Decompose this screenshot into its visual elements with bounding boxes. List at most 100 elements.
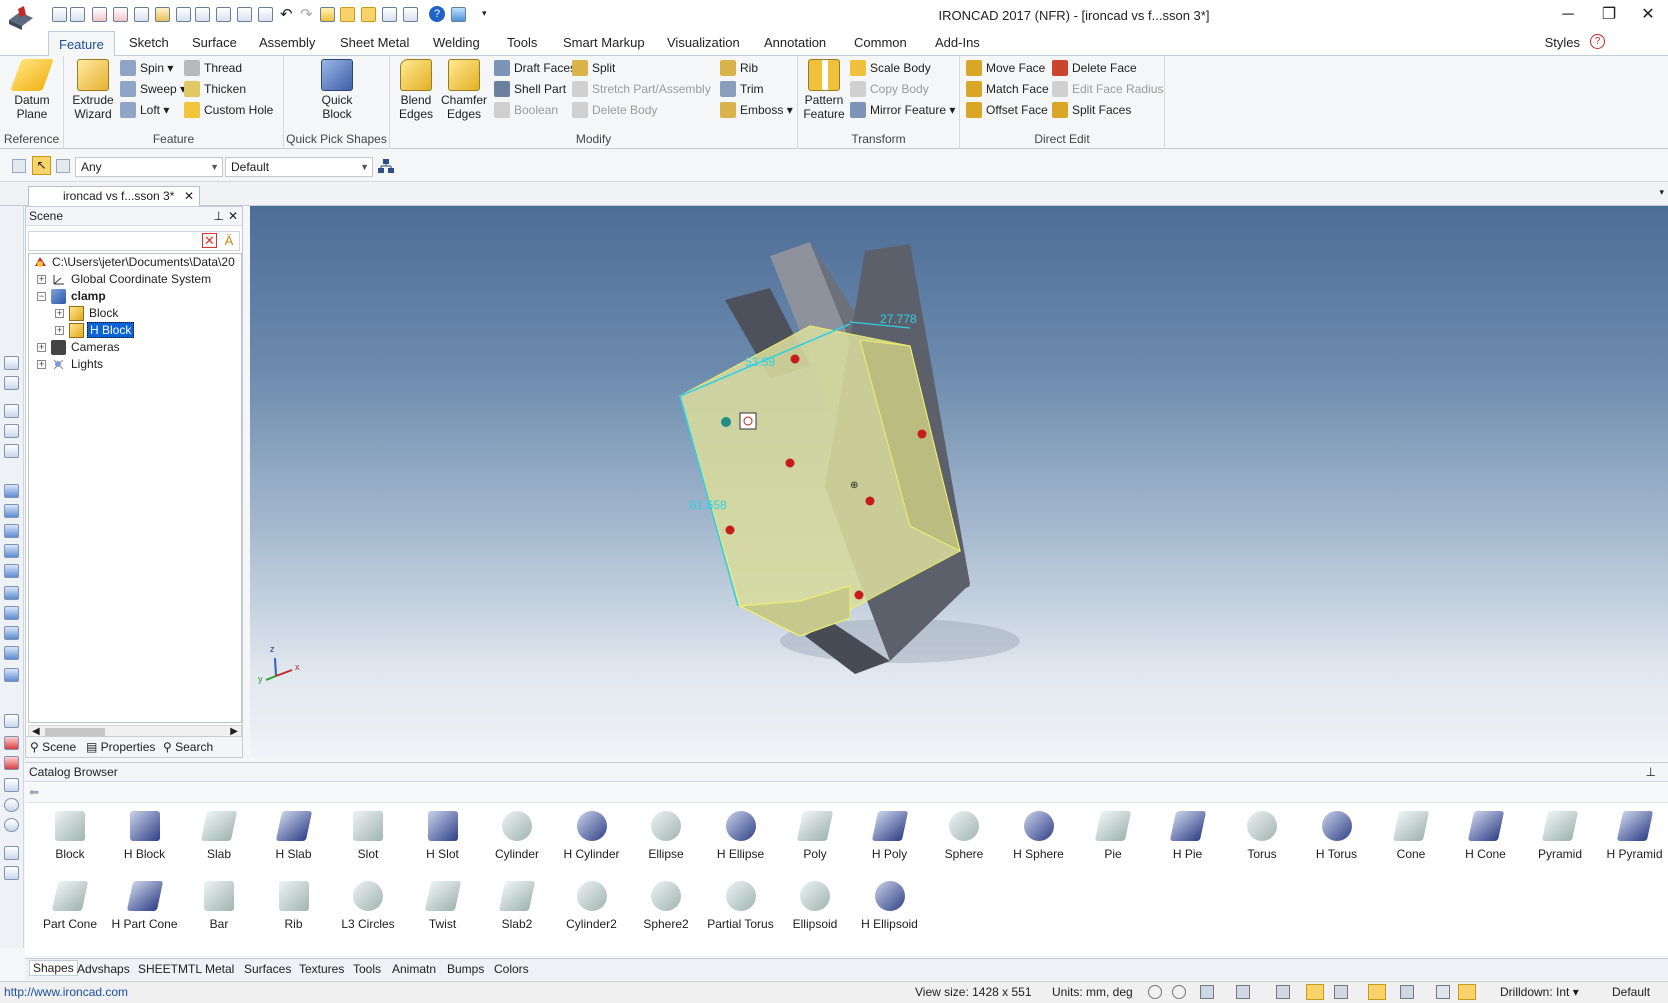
help-circle-icon[interactable]: ? bbox=[1590, 34, 1605, 49]
view-tool-6-icon[interactable] bbox=[1436, 985, 1450, 999]
datum-plane-button[interactable]: Datum Plane bbox=[6, 59, 58, 121]
catalog-item[interactable]: H Block bbox=[108, 807, 182, 867]
spin-button[interactable]: Spin ▾ bbox=[120, 58, 173, 78]
select-parts-icon[interactable] bbox=[12, 159, 26, 173]
move-face-button[interactable]: Move Face bbox=[966, 58, 1045, 78]
selection-filter-select[interactable]: Any ▼ bbox=[75, 157, 223, 177]
catalog-tab-sheetmtl[interactable]: SHEETMTL bbox=[138, 962, 202, 976]
catalog-item[interactable]: H Cone bbox=[1449, 807, 1523, 867]
view-bottom-icon[interactable] bbox=[4, 606, 19, 620]
view-front-icon[interactable] bbox=[4, 484, 19, 498]
catalog-item[interactable]: Twist bbox=[406, 877, 480, 937]
tab-add-ins[interactable]: Add-Ins bbox=[935, 35, 980, 50]
catalog-tab-tools[interactable]: Tools bbox=[353, 962, 381, 976]
catalog-item[interactable]: Sphere2 bbox=[629, 877, 703, 937]
tab-surface[interactable]: Surface bbox=[192, 35, 237, 50]
tab-smart-markup[interactable]: Smart Markup bbox=[563, 35, 645, 50]
blend-edges-button[interactable]: Blend Edges bbox=[394, 59, 438, 121]
boolean-button[interactable]: Boolean bbox=[494, 100, 558, 120]
clear-filter-icon[interactable]: ✕ bbox=[202, 233, 217, 248]
tab-annotation[interactable]: Annotation bbox=[764, 35, 826, 50]
tab-welding[interactable]: Welding bbox=[433, 35, 480, 50]
tab-sketch[interactable]: Sketch bbox=[129, 35, 169, 50]
catalog-item[interactable]: H Slab bbox=[257, 807, 331, 867]
view-persp-icon[interactable] bbox=[4, 626, 19, 640]
pin-icon[interactable]: ⊥ bbox=[1646, 763, 1656, 781]
split-faces-button[interactable]: Split Faces bbox=[1052, 100, 1131, 120]
tab-search[interactable]: ⚲ Search bbox=[163, 740, 213, 754]
styles-menu[interactable]: Styles bbox=[1545, 35, 1580, 50]
catalog-item[interactable]: Slab bbox=[182, 807, 256, 867]
expand-icon[interactable]: + bbox=[37, 343, 46, 352]
select-pointer-icon[interactable]: ↖ bbox=[32, 156, 51, 175]
tree-node-cameras[interactable]: + Cameras bbox=[37, 339, 120, 356]
catalog-item[interactable]: Pyramid bbox=[1523, 807, 1597, 867]
filter-options-icon[interactable]: Ä bbox=[221, 233, 237, 249]
trim-button[interactable]: Trim bbox=[720, 79, 764, 99]
shell-part-button[interactable]: Shell Part bbox=[494, 79, 566, 99]
tree-node-block[interactable]: + Block bbox=[55, 305, 118, 322]
loft-button[interactable]: Loft ▾ bbox=[120, 100, 169, 120]
catalog-item[interactable]: Ellipse bbox=[629, 807, 703, 867]
view-iso-icon[interactable] bbox=[4, 586, 19, 600]
drilldown-select[interactable]: Drilldown: Int ▾ bbox=[1500, 982, 1579, 1002]
catalog-item[interactable]: Poly bbox=[778, 807, 852, 867]
catalog-item[interactable]: H Ellipse bbox=[704, 807, 778, 867]
tab-common[interactable]: Common bbox=[854, 35, 907, 50]
view-top-icon[interactable] bbox=[4, 504, 19, 518]
back-arrow-icon[interactable]: ⬅ bbox=[29, 785, 39, 799]
catalog-item[interactable]: H Pyramid bbox=[1598, 807, 1668, 867]
style-select[interactable]: Default ▼ bbox=[225, 157, 373, 177]
catalog-item[interactable]: Sphere bbox=[927, 807, 1001, 867]
catalog-item[interactable]: Ellipsoid bbox=[778, 877, 852, 937]
expand-icon[interactable]: + bbox=[55, 326, 64, 335]
catalog-tab-bumps[interactable]: Bumps bbox=[447, 962, 484, 976]
catalog-tab-textures[interactable]: Textures bbox=[299, 962, 344, 976]
shade-mode-icon[interactable] bbox=[1368, 984, 1386, 1000]
delete-face-button[interactable]: Delete Face bbox=[1052, 58, 1137, 78]
catalog-item[interactable]: Torus bbox=[1225, 807, 1299, 867]
draft-faces-button[interactable]: Draft Faces bbox=[494, 58, 576, 78]
view-tool-4-icon[interactable] bbox=[4, 424, 19, 438]
catalog-item[interactable]: H Pie bbox=[1151, 807, 1225, 867]
tree-node-global-coordinate-system[interactable]: + Global Coordinate System bbox=[37, 271, 211, 288]
catalog-item[interactable]: Pie bbox=[1076, 807, 1150, 867]
measure-icon[interactable] bbox=[4, 714, 19, 728]
catalog-item[interactable]: Slab2 bbox=[480, 877, 554, 937]
view-tool-4-icon[interactable] bbox=[1334, 985, 1348, 999]
expand-icon[interactable]: + bbox=[37, 275, 46, 284]
trackball-icon[interactable] bbox=[4, 756, 19, 770]
catalog-item[interactable]: H Ellipsoid bbox=[853, 877, 927, 937]
view-tool-3-icon[interactable] bbox=[1276, 985, 1290, 999]
catalog-item[interactable]: Part Cone bbox=[33, 877, 107, 937]
view-tool-2-icon[interactable] bbox=[4, 376, 19, 390]
catalog-item[interactable]: Slot bbox=[331, 807, 405, 867]
view-back-icon[interactable] bbox=[4, 564, 19, 578]
tab-feature[interactable]: Feature bbox=[48, 31, 115, 57]
catalog-item[interactable]: Cone bbox=[1374, 807, 1448, 867]
tree-node-root[interactable]: C:\Users\jeter\Documents\Data\20 bbox=[33, 254, 235, 271]
camera-icon[interactable] bbox=[4, 736, 19, 750]
stretch-button[interactable]: Stretch Part/Assembly bbox=[572, 79, 711, 99]
catalog-tab-metal[interactable]: Metal bbox=[205, 962, 234, 976]
match-face-button[interactable]: Match Face bbox=[966, 79, 1049, 99]
select-faces-icon[interactable] bbox=[56, 159, 70, 173]
snap-icon[interactable] bbox=[4, 846, 19, 860]
chamfer-edges-button[interactable]: Chamfer Edges bbox=[440, 59, 488, 121]
thread-button[interactable]: Thread bbox=[184, 58, 242, 78]
catalog-item[interactable]: Block bbox=[33, 807, 107, 867]
restore-button[interactable]: ❐ bbox=[1589, 3, 1629, 27]
view-right-icon[interactable] bbox=[4, 544, 19, 558]
view-tool-5-icon[interactable] bbox=[4, 444, 19, 458]
select-mode-icon[interactable] bbox=[1458, 984, 1476, 1000]
tab-assembly[interactable]: Assembly bbox=[259, 35, 315, 50]
hierarchy-icon[interactable] bbox=[378, 158, 394, 174]
view-tool-icon[interactable] bbox=[1200, 985, 1214, 999]
view-fit-icon[interactable] bbox=[4, 668, 19, 682]
catalog-item[interactable]: H Cylinder bbox=[555, 807, 629, 867]
mirror-feature-button[interactable]: Mirror Feature ▾ bbox=[850, 100, 955, 120]
catalog-item[interactable]: H Poly bbox=[853, 807, 927, 867]
tab-sheet-metal[interactable]: Sheet Metal bbox=[340, 35, 409, 50]
zoom-window-icon[interactable] bbox=[1172, 985, 1186, 999]
split-button[interactable]: Split bbox=[572, 58, 615, 78]
